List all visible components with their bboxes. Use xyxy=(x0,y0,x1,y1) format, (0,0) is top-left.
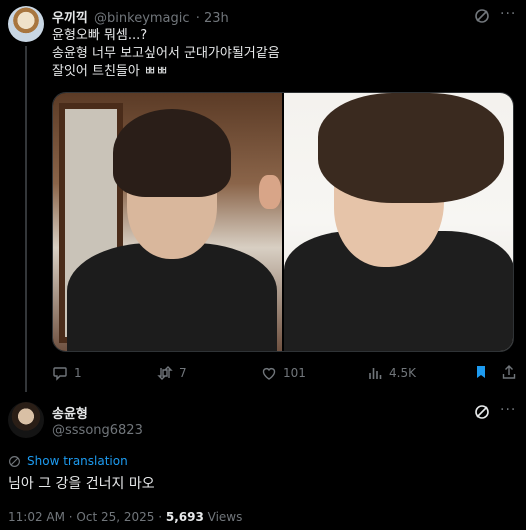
photo-hair xyxy=(318,93,504,203)
tweet-media[interactable] xyxy=(52,92,514,352)
tweet-line: 윤형오빠 뭐셈...? xyxy=(52,28,148,43)
views-count: 4.5K xyxy=(389,366,416,380)
repost-button[interactable]: 7 xyxy=(157,363,187,383)
tweet-text: 님아 그 강을 건너지 마오 xyxy=(8,476,155,492)
views-label: Views xyxy=(203,510,243,524)
photo-right[interactable] xyxy=(284,93,513,351)
avatar[interactable] xyxy=(8,6,44,42)
tweet-main[interactable]: 송윤형 @sssong6823 ··· Show translation 님아 … xyxy=(0,392,526,530)
author-handle[interactable]: @binkeymagic xyxy=(94,11,190,26)
avatar[interactable] xyxy=(8,402,44,438)
tweet-time[interactable]: · 23h xyxy=(196,11,229,26)
photo-hair xyxy=(113,109,231,197)
tweet-line: 잘잇어 트친들아 ㅃㅃ xyxy=(52,64,168,79)
like-count: 101 xyxy=(283,366,306,380)
like-button[interactable]: 101 xyxy=(261,363,306,383)
thread-line xyxy=(25,46,27,392)
tweet-text: 윤형오빠 뭐셈...? 송윤형 너무 보고싶어서 군대가야될거같음 잘잇어 트친… xyxy=(52,27,280,81)
author-handle[interactable]: @sssong6823 xyxy=(52,423,143,438)
grok-icon[interactable] xyxy=(474,8,490,24)
more-icon[interactable]: ··· xyxy=(500,6,516,22)
tweet-timestamp[interactable]: 11:02 AM · Oct 25, 2025 · xyxy=(8,510,166,524)
share-icon[interactable] xyxy=(501,364,517,380)
author-name[interactable]: 송윤형 xyxy=(52,403,88,422)
views-button[interactable]: 4.5K xyxy=(367,363,416,383)
translate-icon xyxy=(9,455,20,467)
tweet-quoted[interactable]: 우끼끽 @binkeymagic · 23h ··· 윤형오빠 뭐셈...? 송… xyxy=(0,0,526,392)
show-translation-label[interactable]: Show translation xyxy=(27,454,128,468)
bookmark-icon[interactable] xyxy=(473,364,489,380)
like-icon xyxy=(262,367,276,380)
reply-count: 1 xyxy=(74,366,82,380)
views-icon xyxy=(369,368,382,379)
photo-hand xyxy=(259,175,281,209)
tweet-header: 우끼끽 @binkeymagic · 23h xyxy=(52,7,229,26)
tweet-meta: 11:02 AM · Oct 25, 2025 · 5,693 Views xyxy=(8,510,242,524)
show-translation-link[interactable]: Show translation xyxy=(8,454,128,468)
grok-icon[interactable] xyxy=(474,404,490,420)
tweet-actions: 1 7 101 4.5K xyxy=(52,363,518,383)
photo-body xyxy=(67,243,277,351)
author-name[interactable]: 우끼끽 xyxy=(52,11,88,26)
more-icon[interactable]: ··· xyxy=(500,402,516,418)
repost-count: 7 xyxy=(179,366,187,380)
reply-button[interactable]: 1 xyxy=(52,363,82,383)
photo-left[interactable] xyxy=(53,93,282,351)
repost-icon xyxy=(157,366,173,380)
views-count: 5,693 xyxy=(165,510,204,524)
tweet-line: 송윤형 너무 보고싶어서 군대가야될거같음 xyxy=(52,46,280,61)
reply-icon xyxy=(53,367,67,381)
